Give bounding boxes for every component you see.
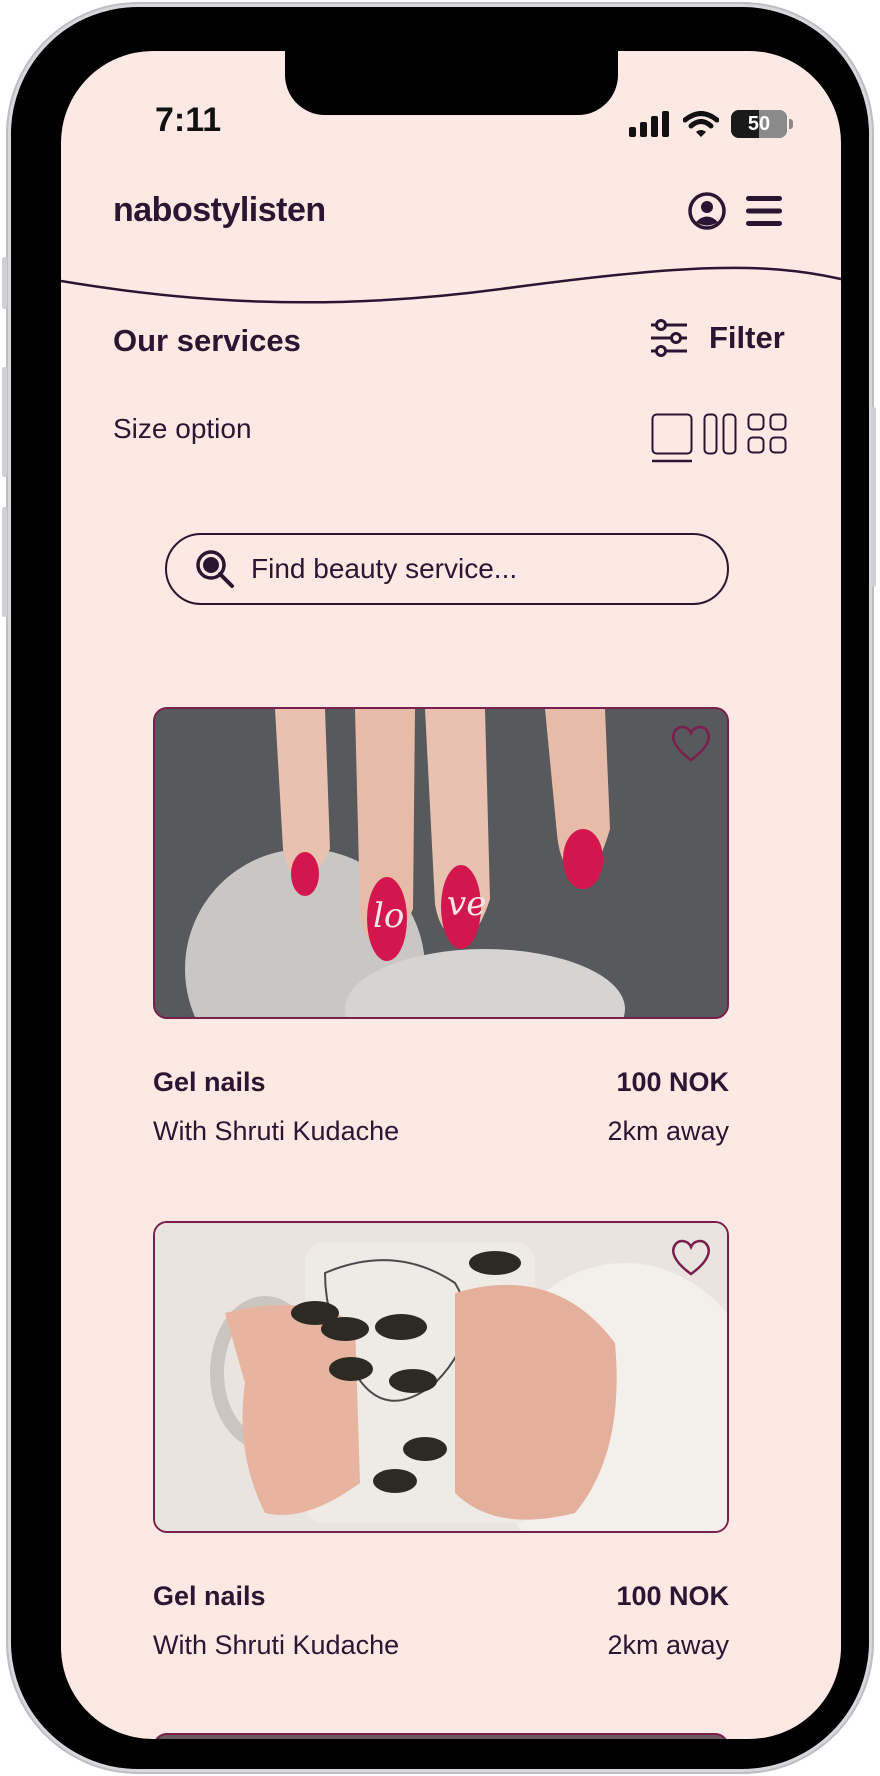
grid-icon[interactable]	[747, 413, 787, 455]
favorite-heart-icon[interactable]	[669, 1237, 713, 1277]
battery-indicator: 50	[731, 110, 793, 138]
service-title: Gel nails	[153, 1067, 266, 1097]
single-column-icon[interactable]	[651, 413, 693, 463]
size-option-label: Size option	[113, 413, 252, 444]
search-bar[interactable]	[165, 533, 729, 605]
header-divider-wave	[61, 266, 841, 304]
two-column-icon[interactable]	[703, 413, 737, 455]
card-title-row: Gel nails 100 NOK	[153, 1533, 729, 1612]
card-sub-row: With Shruti Kudache 2km away	[153, 1098, 729, 1147]
filter-sliders-icon	[651, 319, 687, 357]
status-time: 7:11	[155, 101, 222, 139]
nails-photo-illustration: lo ve	[155, 709, 727, 1017]
service-price: 100 NOK	[616, 1067, 729, 1097]
service-card[interactable]: lo ve Gel nails 100 NOK With Shruti Kuda…	[153, 707, 729, 1147]
dark-nails-mug-photo[interactable]	[153, 1221, 729, 1533]
volume-up-button	[2, 367, 7, 477]
stylist-name: With Shruti Kudache	[153, 1116, 400, 1146]
search-input[interactable]	[251, 553, 711, 585]
service-price: 100 NOK	[616, 1581, 729, 1611]
service-card-partial[interactable]	[153, 1733, 729, 1739]
power-button	[871, 407, 876, 587]
brand-logo[interactable]: nabostylisten	[113, 191, 326, 230]
volume-down-button	[2, 507, 7, 617]
stylist-name: With Shruti Kudache	[153, 1630, 400, 1660]
wifi-icon	[683, 111, 719, 137]
service-card[interactable]: Gel nails 100 NOK With Shruti Kudache 2k…	[153, 1221, 729, 1661]
status-icons: 50	[629, 109, 793, 139]
service-distance: 2km away	[607, 1630, 729, 1660]
notch	[285, 51, 618, 115]
battery-level-text: 50	[747, 112, 771, 135]
svg-text:lo: lo	[373, 896, 404, 936]
mug-photo-illustration	[155, 1223, 727, 1531]
red-love-nails-photo[interactable]: lo ve	[153, 707, 729, 1019]
menu-icon[interactable]	[745, 194, 783, 228]
page-title: Our services	[113, 323, 301, 358]
phone-frame: 7:11 50 nabostylisten Our services Filte…	[2, 4, 876, 1772]
favorite-heart-icon[interactable]	[669, 723, 713, 763]
app-screen: 7:11 50 nabostylisten Our services Filte…	[61, 51, 841, 1739]
filter-label: Filter	[709, 320, 785, 355]
service-title: Gel nails	[153, 1581, 266, 1611]
filter-button[interactable]: Filter	[649, 319, 785, 357]
card-title-row: Gel nails 100 NOK	[153, 1019, 729, 1098]
card-sub-row: With Shruti Kudache 2km away	[153, 1612, 729, 1661]
service-distance: 2km away	[607, 1116, 729, 1146]
cellular-signal-icon	[629, 111, 669, 137]
account-icon[interactable]	[687, 191, 727, 231]
svg-text:ve: ve	[447, 884, 486, 924]
side-button	[2, 257, 7, 309]
size-option-group	[651, 413, 787, 463]
search-icon	[196, 550, 234, 588]
header-actions	[687, 191, 783, 231]
